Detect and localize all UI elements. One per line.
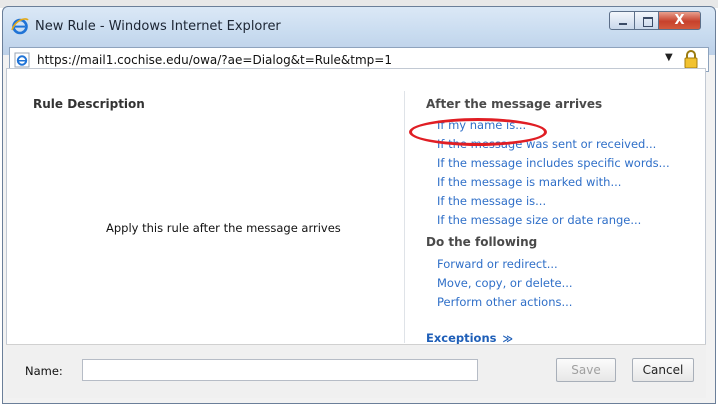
cancel-button[interactable]: Cancel	[632, 358, 694, 382]
after-message-heading: After the message arrives	[426, 97, 603, 111]
action-link[interactable]: Perform other actions...	[437, 295, 572, 309]
ie-logo-icon	[11, 18, 29, 35]
save-button[interactable]: Save	[556, 358, 616, 382]
title-bar[interactable]: New Rule - Windows Internet Explorer X	[3, 7, 715, 47]
action-link[interactable]: Move, copy, or delete...	[437, 276, 573, 290]
condition-link[interactable]: If the message includes specific words..…	[437, 156, 670, 170]
minimize-button[interactable]	[609, 11, 635, 30]
do-following-heading: Do the following	[426, 235, 538, 249]
chevron-down-icon[interactable]: ▼	[665, 52, 673, 63]
address-url[interactable]: https://mail1.cochise.edu/owa/?ae=Dialog…	[37, 53, 392, 67]
window-title: New Rule - Windows Internet Explorer	[35, 19, 281, 34]
panel-divider	[404, 91, 405, 343]
exceptions-toggle[interactable]: Exceptions ≫	[426, 331, 513, 345]
condition-link[interactable]: If the message size or date range...	[437, 213, 641, 227]
close-button[interactable]: X	[658, 11, 701, 30]
action-link[interactable]: Forward or redirect...	[437, 257, 558, 271]
highlight-annotation	[409, 118, 547, 146]
condition-link[interactable]: If the message is...	[437, 194, 546, 208]
condition-link[interactable]: If the message is marked with...	[437, 175, 621, 189]
rule-dialog-content: Rule Description Apply this rule after t…	[6, 68, 706, 345]
ie-page-icon	[14, 52, 30, 68]
rule-description-heading: Rule Description	[33, 97, 145, 111]
dialog-footer: Name: Save Cancel	[6, 344, 706, 398]
close-icon: X	[674, 13, 685, 28]
exceptions-label: Exceptions	[426, 331, 497, 345]
rule-name-input[interactable]	[82, 359, 478, 381]
rule-description-text: Apply this rule after the message arrive…	[106, 221, 341, 235]
name-label: Name:	[25, 364, 63, 378]
maximize-button[interactable]	[634, 11, 659, 30]
lock-icon[interactable]	[683, 50, 699, 69]
